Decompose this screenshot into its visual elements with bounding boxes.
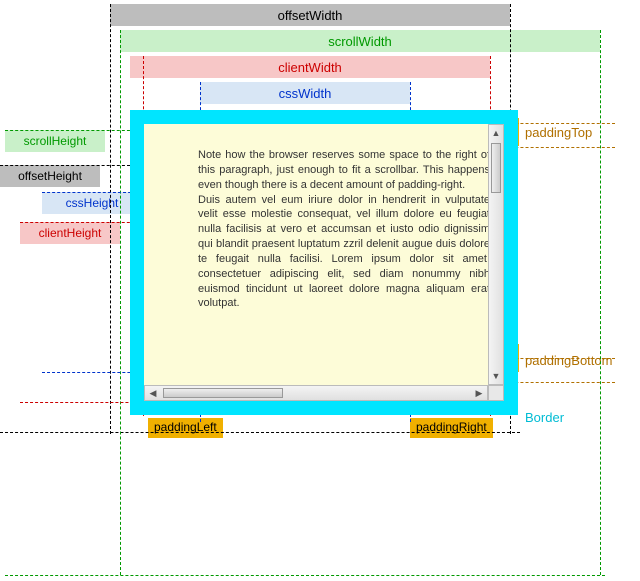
horizontal-scroll-thumb[interactable] (163, 388, 283, 398)
padding-right-marker: paddingRight (410, 418, 493, 438)
client-height-bar: clientHeight (20, 222, 120, 244)
scroll-width-bar: scrollWidth (120, 30, 600, 52)
lorem-paragraph: Duis autem vel eum iriure dolor in hendr… (198, 193, 490, 312)
vertical-scrollbar[interactable]: ▲ ▼ (488, 124, 504, 385)
scroll-right-icon[interactable]: ▶ (471, 386, 487, 400)
scroll-height-bar: scrollHeight (5, 130, 105, 152)
content-area: Note how the browser reserves some space… (198, 148, 490, 377)
offset-height-bar: offsetHeight (0, 165, 100, 187)
scrollbar-corner (488, 385, 504, 401)
scroll-up-icon[interactable]: ▲ (489, 125, 503, 141)
element-box: Note how the browser reserves some space… (130, 110, 518, 415)
scroll-down-icon[interactable]: ▼ (489, 368, 503, 384)
padding-left-marker: paddingLeft (148, 418, 223, 438)
padding-top-label: paddingTop (525, 125, 592, 140)
vertical-scroll-thumb[interactable] (491, 143, 501, 193)
horizontal-scrollbar[interactable]: ◀ ▶ (144, 385, 488, 401)
scroll-left-icon[interactable]: ◀ (145, 386, 161, 400)
css-height-bar: cssHeight (42, 192, 142, 214)
border-label: Border (525, 410, 564, 425)
client-width-bar: clientWidth (130, 56, 490, 78)
note-paragraph: Note how the browser reserves some space… (198, 148, 490, 193)
padding-bottom-label: paddingBottom (525, 353, 612, 368)
offset-width-bar: offsetWidth (110, 4, 510, 26)
css-width-bar: cssWidth (200, 82, 410, 104)
